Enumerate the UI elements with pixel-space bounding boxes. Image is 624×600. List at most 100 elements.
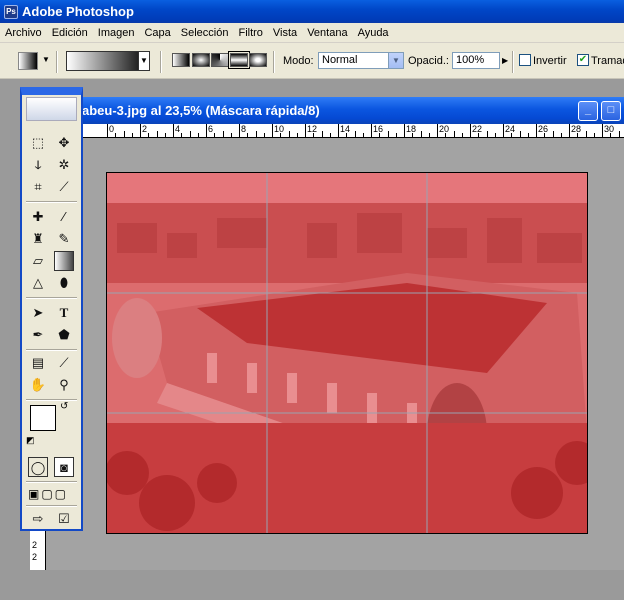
eyedropper-icon[interactable]: ⟋: [54, 353, 74, 373]
menu-imagen[interactable]: Imagen: [93, 27, 140, 39]
ruler-tick: [321, 131, 323, 137]
menu-bar: Archivo Edición Imagen Capa Selección Fi…: [0, 23, 624, 43]
workspace-background: [0, 570, 624, 600]
diamond-gradient-button[interactable]: [249, 53, 267, 67]
gradient-icon[interactable]: [54, 251, 74, 271]
ruler-tick: [115, 133, 117, 137]
menu-vista[interactable]: Vista: [268, 27, 302, 39]
maximize-button[interactable]: □: [601, 101, 621, 121]
ruler-tick: [478, 133, 480, 137]
document-window: abeu-3.jpg al 23,5% (Máscara rápida/8) _…: [30, 97, 624, 570]
ruler-tick: [354, 131, 356, 137]
dither-checkbox[interactable]: ✔: [577, 54, 589, 66]
path-select-icon[interactable]: ➤: [28, 303, 48, 323]
crop-icon[interactable]: ⌗: [28, 177, 48, 197]
menu-capa[interactable]: Capa: [139, 27, 175, 39]
invert-checkbox[interactable]: [519, 54, 531, 66]
ruler-tick: [577, 133, 579, 137]
opacity-input[interactable]: 100%: [452, 52, 500, 69]
history-brush-icon[interactable]: ✎: [54, 229, 74, 249]
photoshop-icon: Ps: [4, 4, 18, 19]
stamp-icon[interactable]: ♜: [28, 229, 48, 249]
chevron-down-icon[interactable]: ▼: [138, 51, 150, 71]
eyedropper-slice-icon[interactable]: ⟋: [54, 177, 74, 197]
zoom-icon[interactable]: ⚲: [54, 375, 74, 395]
linear-gradient-button[interactable]: [172, 53, 190, 67]
ruler-tick: [214, 133, 216, 137]
radial-gradient-button[interactable]: [192, 53, 210, 67]
tool-preset-button[interactable]: [18, 52, 38, 70]
app-titlebar: Ps Adobe Photoshop: [0, 0, 624, 23]
menu-edicion[interactable]: Edición: [47, 27, 93, 39]
ruler-tick: [280, 133, 282, 137]
ruler-top-label: 24: [505, 124, 516, 134]
chevron-right-icon[interactable]: ▶: [502, 56, 508, 65]
imageready-icon[interactable]: ☑: [54, 509, 74, 529]
opacity-value: 100%: [456, 54, 485, 66]
ruler-tick: [206, 124, 207, 137]
default-colors-icon[interactable]: ◩: [26, 435, 35, 446]
minimize-button[interactable]: _: [578, 101, 598, 121]
ruler-tick: [494, 133, 496, 137]
notes-icon[interactable]: ▤: [28, 353, 48, 373]
ruler-tick: [511, 133, 513, 137]
document-image[interactable]: [106, 172, 588, 534]
ruler-tick: [461, 133, 463, 137]
ruler-tick: [313, 133, 315, 137]
options-bar: ▼ ▼ Modo: Normal ▼ Opacid.: 100% ▶ Inver…: [0, 43, 624, 79]
ruler-tick: [181, 133, 183, 137]
ruler-tick: [346, 133, 348, 137]
ruler-tick: [560, 133, 562, 137]
document-titlebar[interactable]: abeu-3.jpg al 23,5% (Máscara rápida/8) _…: [30, 97, 624, 124]
quick-mask-icon[interactable]: ◙: [54, 457, 74, 477]
move-icon[interactable]: ✥: [54, 133, 74, 153]
jump-to-imageready-icon[interactable]: ⇨: [28, 509, 48, 529]
foreground-color-swatch[interactable]: [30, 405, 56, 431]
menu-ayuda[interactable]: Ayuda: [353, 27, 394, 39]
ruler-tick: [527, 133, 529, 137]
ruler-tick: [602, 124, 603, 137]
healing-icon[interactable]: ✚: [28, 207, 48, 227]
menu-seleccion[interactable]: Selección: [176, 27, 234, 39]
blur-icon[interactable]: △: [28, 273, 48, 293]
hand-icon[interactable]: ✋: [28, 375, 48, 395]
type-icon[interactable]: T: [54, 303, 74, 323]
ruler-top-label: 18: [406, 124, 417, 134]
shape-icon[interactable]: ⬟: [54, 325, 74, 345]
angle-gradient-button[interactable]: [211, 53, 229, 67]
ruler-tick: [338, 124, 339, 137]
swap-colors-icon[interactable]: ↺: [60, 401, 68, 412]
ruler-tick: [428, 133, 430, 137]
ruler-tick: [610, 133, 612, 137]
divider: [56, 51, 58, 73]
ruler-tick: [486, 131, 488, 137]
canvas-area[interactable]: [46, 138, 624, 570]
dodge-icon[interactable]: ⬮: [54, 273, 74, 293]
ruler-tick: [395, 133, 397, 137]
ruler-tick: [107, 124, 108, 137]
ruler-tick: [156, 131, 158, 137]
feather-logo[interactable]: [26, 97, 77, 121]
ruler-tick: [618, 131, 620, 137]
menu-filtro[interactable]: Filtro: [233, 27, 267, 39]
ruler-tick: [387, 131, 389, 137]
mode-select[interactable]: Normal ▼: [318, 52, 404, 69]
screen-mode-icons[interactable]: ▣▢▢: [28, 487, 68, 501]
ruler-tick: [288, 131, 290, 137]
chevron-down-icon[interactable]: ▼: [42, 55, 50, 64]
ruler-tick: [305, 124, 306, 137]
brush-icon[interactable]: ∕: [54, 207, 74, 227]
standard-mode-icon[interactable]: ◯: [28, 457, 48, 477]
menu-ventana[interactable]: Ventana: [302, 27, 352, 39]
lasso-icon[interactable]: ↆ: [28, 155, 48, 175]
eraser-icon[interactable]: ▱: [28, 251, 48, 271]
pen-icon[interactable]: ✒: [28, 325, 48, 345]
ruler-tick: [131, 133, 133, 137]
ruler-top-label: 2: [142, 124, 148, 134]
reflected-gradient-button[interactable]: [228, 51, 250, 69]
invert-label: Invertir: [533, 55, 567, 67]
marquee-icon[interactable]: ⬚: [28, 133, 48, 153]
divider: [26, 481, 77, 483]
menu-archivo[interactable]: Archivo: [0, 27, 47, 39]
magic-wand-icon[interactable]: ✲: [54, 155, 74, 175]
